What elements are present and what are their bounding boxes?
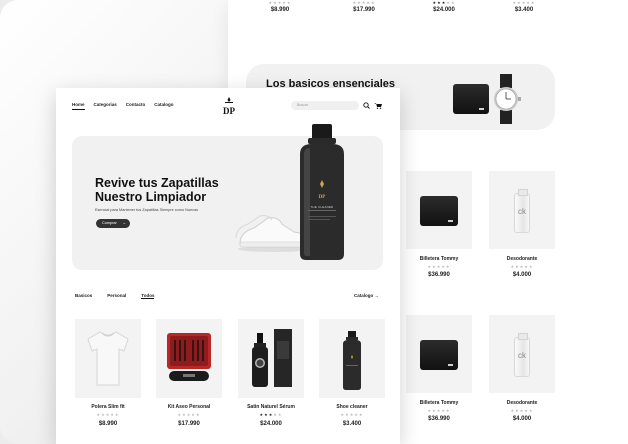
product-price: $3.400 [514, 7, 534, 13]
tshirt-image [87, 331, 129, 386]
tab-todos[interactable]: Todos [141, 293, 155, 299]
arrow-right-icon: → [122, 221, 126, 225]
product-name[interactable]: Polera Slim fit [68, 404, 148, 410]
buy-button-label: Comprar [102, 221, 117, 225]
buy-button[interactable]: Comprar → [96, 219, 130, 228]
wallet-image [420, 340, 458, 370]
svg-text:DP: DP [319, 195, 326, 200]
product-price: $17.990 [353, 7, 375, 13]
product-price: $17.990 [178, 421, 200, 427]
bottle-label: THE CLEANER [310, 205, 334, 209]
top-price-row: ★★★★★ $8.990 ★★★★★ $17.990 ★★★★★ $24.000… [228, 0, 628, 20]
deodorant-image: ck [514, 189, 530, 233]
rating-stars: ★★★★★ [510, 264, 534, 269]
nav-categorias[interactable]: Categorias [94, 102, 117, 110]
product-image-deodorant[interactable]: ck [489, 171, 555, 249]
search-icon[interactable] [363, 102, 370, 109]
product-image-serum[interactable] [238, 319, 304, 398]
brand-logo[interactable]: DP [222, 97, 236, 117]
serum-image [252, 329, 292, 387]
product-name[interactable]: Shoe cleaner [312, 404, 392, 410]
product-price: $36.990 [428, 272, 450, 278]
product-image-wallet[interactable] [406, 315, 472, 393]
product-name[interactable]: Kit Aseo Personal [149, 404, 229, 410]
hero-subtitle: Esencial para Mantener tus Zapatillas Si… [95, 208, 198, 212]
product-price: $4.000 [512, 272, 532, 278]
search-input[interactable]: Buscar [291, 101, 359, 110]
product-name[interactable]: Desodorante [482, 256, 562, 262]
product-name[interactable]: Billetera Tommy [399, 400, 479, 406]
wallet-image [420, 196, 458, 226]
product-price: $24.000 [433, 7, 455, 13]
top-row-item: ★★★★★ $24.000 [414, 0, 474, 14]
catalog-link[interactable]: Catalogo → [354, 293, 379, 298]
nav-catalogo[interactable]: Catalogo [154, 102, 173, 110]
rating-stars: ★★★★★ [177, 412, 201, 417]
wallet-image [453, 84, 489, 114]
deodorant-image: ck [514, 333, 530, 377]
rating-stars: ★★★★★ [259, 412, 283, 417]
tab-basicos[interactable]: Basicos [75, 293, 92, 299]
product-image-shoe-cleaner[interactable] [319, 319, 385, 398]
product-image-tshirt[interactable] [75, 319, 141, 398]
nav-home[interactable]: Home [72, 102, 85, 110]
svg-text:DP: DP [223, 106, 235, 116]
rating-stars: ★★★★★ [96, 412, 120, 417]
top-row-item: ★★★★★ $17.990 [334, 0, 394, 14]
product-image-kit[interactable] [156, 319, 222, 398]
rating-stars: ★★★★★ [427, 408, 451, 413]
product-name[interactable]: Satin Naturel Sérum [231, 404, 311, 410]
product-price: $24.000 [260, 421, 282, 427]
cleaner-bottle-image: DP [300, 124, 344, 260]
tab-personal[interactable]: Personal [107, 293, 126, 299]
product-price: $3.400 [342, 421, 362, 427]
filter-tabs: Basicos Personal Todos [75, 293, 155, 299]
product-image-deodorant[interactable]: ck [489, 315, 555, 393]
nav-contacto[interactable]: Contacto [126, 102, 146, 110]
product-price: $4.000 [512, 416, 532, 422]
product-price: $8.990 [270, 7, 290, 13]
product-name[interactable]: Desodorante [482, 400, 562, 406]
product-name[interactable]: Billetera Tommy [399, 256, 479, 262]
rating-stars: ★★★★★ [510, 408, 534, 413]
watch-image [494, 74, 521, 124]
grooming-kit-image [167, 333, 211, 381]
hero-banner: Revive tus Zapatillas Nuestro Limpiador … [72, 124, 383, 270]
product-image-wallet[interactable] [406, 171, 472, 249]
rating-stars: ★★★★★ [427, 264, 451, 269]
ck-logo: ck [518, 207, 526, 216]
cart-icon[interactable] [374, 102, 382, 109]
front-page: Home Categorias Contacto Catalogo DP Bus… [56, 88, 400, 444]
product-price: $8.990 [98, 421, 118, 427]
ck-logo: ck [518, 351, 526, 360]
product-price: $36.990 [428, 416, 450, 422]
main-nav: Home Categorias Contacto Catalogo [72, 102, 174, 110]
top-row-item: ★★★★★ $8.990 [250, 0, 310, 14]
shoe-cleaner-image [343, 331, 361, 390]
top-row-item: ★★★★★ $3.400 [494, 0, 554, 14]
rating-stars: ★★★★★ [340, 412, 364, 417]
